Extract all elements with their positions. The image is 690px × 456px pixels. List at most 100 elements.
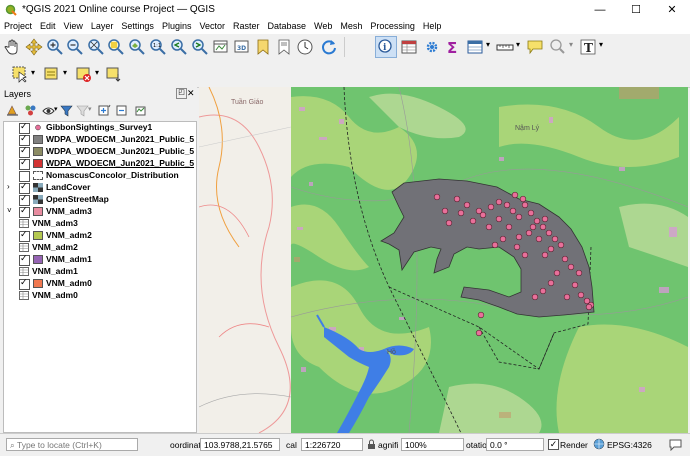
show-bookmarks-icon[interactable] xyxy=(275,38,293,56)
layer-row-nomascus[interactable]: NomascusConcolor_Distribution xyxy=(4,170,194,182)
crs-label[interactable]: EPSG:4326 xyxy=(607,440,652,450)
attribute-table-icon[interactable] xyxy=(466,38,484,56)
menu-vector[interactable]: Vector xyxy=(195,20,229,31)
filter-legend-icon[interactable] xyxy=(60,104,73,117)
layer-row-wdpa-2[interactable]: WDPA_WDOECM_Jun2021_Public_5555 xyxy=(4,146,194,158)
table-row-vnm-adm0[interactable]: VNM_adm0 xyxy=(4,290,194,302)
zoom-to-selection-icon[interactable] xyxy=(107,38,125,56)
layer-visibility-checkbox[interactable] xyxy=(19,254,30,266)
measure-line-icon[interactable] xyxy=(496,38,514,56)
menu-raster[interactable]: Raster xyxy=(229,20,264,31)
text-annotation-icon[interactable]: T xyxy=(579,38,597,56)
render-checkbox[interactable]: ✓ xyxy=(548,439,559,450)
refresh-icon[interactable] xyxy=(320,38,338,56)
spatial-bookmark-search-icon[interactable] xyxy=(549,38,567,56)
menu-web[interactable]: Web xyxy=(310,20,336,31)
layer-row-vnm-adm0[interactable]: VNM_adm0 xyxy=(4,278,194,290)
layer-visibility-checkbox[interactable] xyxy=(19,206,30,218)
open-layer-styling-icon[interactable] xyxy=(6,104,19,117)
zoom-native-icon[interactable]: 1:1 xyxy=(149,38,167,56)
layer-row-wdpa-1[interactable]: WDPA_WDOECM_Jun2021_Public_5555 xyxy=(4,134,194,146)
menu-layer[interactable]: Layer xyxy=(87,20,118,31)
new-map-view-icon[interactable] xyxy=(212,38,230,56)
layer-row-vnm-adm2[interactable]: VNM_adm2 xyxy=(4,230,194,242)
coordinate-field[interactable]: 103.9788,21.5765 xyxy=(200,438,280,451)
menu-edit[interactable]: Edit xyxy=(36,20,60,31)
menu-database[interactable]: Database xyxy=(264,20,311,31)
layer-row-vnm-adm3[interactable]: ˅ VNM_adm3 xyxy=(4,206,194,218)
identify-features-icon[interactable]: i xyxy=(377,38,395,56)
locator-search-input[interactable]: ⌕ Type to locate (Ctrl+K) xyxy=(6,438,138,451)
new-3d-view-icon[interactable]: 3D xyxy=(233,38,251,56)
select-by-value-icon[interactable] xyxy=(43,65,61,83)
expand-arrow-icon[interactable]: ˅ xyxy=(7,206,12,215)
table-row-vnm-adm3[interactable]: VNM_adm3 xyxy=(4,218,194,230)
pan-hand-icon[interactable] xyxy=(4,38,22,56)
dropdown-arrow-icon[interactable]: ▾ xyxy=(31,68,35,77)
menu-processing[interactable]: Processing xyxy=(366,20,419,31)
map-canvas[interactable]: Tuần Giáo Nậm Lý Hồ xyxy=(199,87,688,433)
layer-row-vnm-adm1[interactable]: VNM_adm1 xyxy=(4,254,194,266)
pan-to-selection-icon[interactable] xyxy=(25,38,43,56)
zoom-next-icon[interactable] xyxy=(191,38,209,56)
dropdown-arrow-icon[interactable]: ▾ xyxy=(95,68,99,77)
temporal-controller-icon[interactable] xyxy=(296,38,314,56)
layer-row-openstreetmap[interactable]: OpenStreetMap xyxy=(4,194,194,206)
scale-field[interactable]: 1:226720 xyxy=(301,438,363,451)
dropdown-arrow-icon[interactable]: ▾ xyxy=(569,40,573,49)
add-group-icon[interactable] xyxy=(24,104,37,117)
layer-visibility-checkbox[interactable] xyxy=(19,194,30,206)
layer-visibility-checkbox[interactable] xyxy=(19,122,30,134)
toolbox-gear-icon[interactable] xyxy=(423,38,441,56)
menu-view[interactable]: View xyxy=(60,20,87,31)
layer-visibility-checkbox[interactable] xyxy=(19,134,30,146)
dropdown-arrow-icon[interactable]: ▾ xyxy=(516,40,520,49)
close-button[interactable]: ✕ xyxy=(654,0,690,20)
table-row-vnm-adm2[interactable]: VNM_adm2 xyxy=(4,242,194,254)
layer-row-landcover[interactable]: › LandCover xyxy=(4,182,194,194)
dropdown-arrow-icon[interactable]: ▾ xyxy=(54,105,58,113)
remove-layer-icon[interactable] xyxy=(134,104,147,117)
messages-icon[interactable] xyxy=(669,438,682,451)
dropdown-arrow-icon[interactable]: ▾ xyxy=(599,40,603,49)
layer-visibility-checkbox[interactable] xyxy=(19,230,30,242)
deselect-all-icon[interactable] xyxy=(75,65,93,83)
minimize-button[interactable]: — xyxy=(582,0,618,20)
zoom-last-icon[interactable] xyxy=(170,38,188,56)
dropdown-arrow-icon[interactable]: ▾ xyxy=(88,105,92,113)
layer-visibility-checkbox[interactable] xyxy=(19,278,30,290)
dropdown-arrow-icon[interactable]: ▾ xyxy=(63,68,67,77)
expand-all-icon[interactable] xyxy=(98,104,111,117)
zoom-to-layer-icon[interactable] xyxy=(128,38,146,56)
select-features-icon[interactable] xyxy=(11,65,29,83)
close-panel-icon[interactable]: ✕ xyxy=(187,88,195,99)
layer-row-gibbonsightings[interactable]: GibbonSightings_Survey1 xyxy=(4,122,194,134)
select-by-location-icon[interactable] xyxy=(105,65,123,83)
menu-plugins[interactable]: Plugins xyxy=(158,20,196,31)
menu-settings[interactable]: Settings xyxy=(117,20,158,31)
collapse-all-icon[interactable] xyxy=(116,104,129,117)
layer-row-wdpa-3[interactable]: WDPA_WDOECM_Jun2021_Public_5555 xyxy=(4,158,194,170)
map-tips-icon[interactable] xyxy=(526,38,544,56)
magnifier-field[interactable]: 100% xyxy=(401,438,464,451)
dropdown-arrow-icon[interactable]: ▾ xyxy=(486,40,490,49)
new-bookmark-icon[interactable] xyxy=(254,38,272,56)
zoom-in-icon[interactable] xyxy=(46,38,64,56)
expand-arrow-icon[interactable]: › xyxy=(7,182,10,191)
layer-visibility-checkbox[interactable] xyxy=(19,182,30,194)
open-attribute-table-icon[interactable] xyxy=(400,38,418,56)
layer-visibility-checkbox[interactable] xyxy=(19,158,30,170)
menu-help[interactable]: Help xyxy=(419,20,446,31)
menu-mesh[interactable]: Mesh xyxy=(336,20,366,31)
float-panel-icon[interactable]: ◰ xyxy=(176,88,187,99)
table-row-vnm-adm1[interactable]: VNM_adm1 xyxy=(4,266,194,278)
maximize-button[interactable]: ☐ xyxy=(618,0,654,20)
statistics-sigma-icon[interactable]: Σ xyxy=(444,38,462,56)
layer-visibility-checkbox[interactable] xyxy=(19,171,30,182)
rotation-field[interactable]: 0.0 ° xyxy=(486,438,544,451)
lock-scale-icon[interactable] xyxy=(366,439,377,450)
crs-globe-icon[interactable] xyxy=(593,438,605,450)
layer-visibility-checkbox[interactable] xyxy=(19,146,30,158)
menu-project[interactable]: Project xyxy=(0,20,36,31)
zoom-out-icon[interactable] xyxy=(66,38,84,56)
